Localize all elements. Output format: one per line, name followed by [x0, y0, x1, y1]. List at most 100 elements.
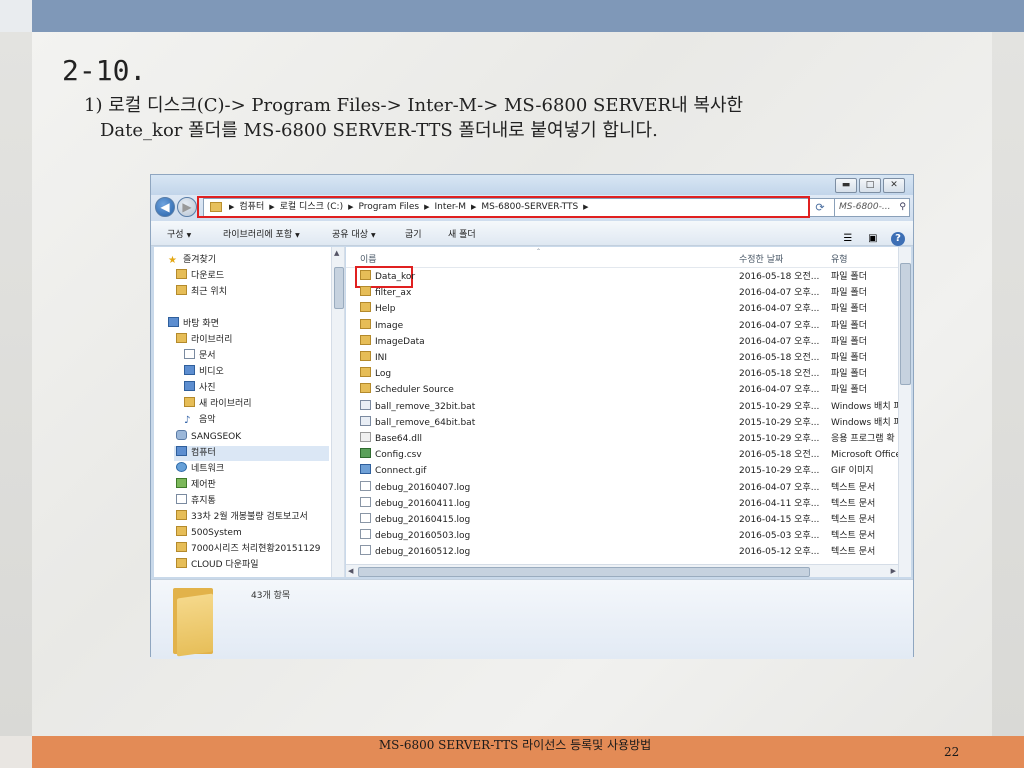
- scroll-thumb[interactable]: [900, 263, 911, 385]
- file-row[interactable]: debug_20160411.log 2016-04-11 오후... 텍스트 문서: [346, 496, 898, 512]
- file-row[interactable]: Log 2016-05-18 오전... 파일 폴더: [346, 366, 898, 382]
- file-date: 2016-04-07 오후...: [739, 385, 820, 396]
- file-name-text: ball_remove_64bit.bat: [375, 417, 476, 428]
- help-icon[interactable]: ?: [891, 232, 905, 246]
- nav-item[interactable]: 다운로드: [174, 269, 329, 284]
- new-folder-button[interactable]: 새 폴더: [448, 227, 476, 240]
- file-row[interactable]: Scheduler Source 2016-04-07 오후... 파일 폴더: [346, 382, 898, 398]
- search-icon[interactable]: ⚲: [899, 199, 906, 216]
- library-icon: [184, 397, 195, 407]
- nav-item[interactable]: 사진: [182, 381, 329, 396]
- scroll-up-icon[interactable]: ▲: [334, 249, 339, 257]
- scroll-thumb[interactable]: [334, 267, 344, 309]
- nav-item[interactable]: 네트워크: [174, 462, 329, 477]
- file-row[interactable]: debug_20160512.log 2016-05-12 오후... 텍스트 문서: [346, 544, 898, 560]
- nav-pane-scrollbar[interactable]: ▲: [331, 247, 345, 577]
- nav-item-label: 네트워크: [191, 464, 225, 474]
- column-date[interactable]: 수정한 날짜: [739, 252, 783, 265]
- file-row[interactable]: debug_20160407.log 2016-04-07 오후... 텍스트 문서: [346, 480, 898, 496]
- nav-item-label: SANGSEOK: [191, 432, 242, 442]
- column-type[interactable]: 유형: [831, 252, 848, 265]
- file-type: 파일 폴더: [831, 288, 867, 299]
- file-list-scrollbar[interactable]: [898, 247, 911, 577]
- view-options-icon[interactable]: ☰: [841, 232, 855, 246]
- file-name-text: Image: [375, 320, 404, 331]
- refresh-button[interactable]: ⟳: [811, 199, 829, 216]
- nav-item[interactable]: ♪ 음악: [182, 413, 329, 428]
- picture-icon: [184, 381, 195, 391]
- file-type: 파일 폴더: [831, 320, 867, 331]
- column-name[interactable]: 이름: [360, 252, 377, 265]
- maximize-button[interactable]: □: [859, 178, 881, 193]
- file-date: 2015-10-29 오후...: [739, 417, 820, 428]
- folder-icon: [176, 510, 187, 520]
- nav-item[interactable]: 바탕 화면: [166, 317, 329, 332]
- file-date: 2016-04-07 오후...: [739, 304, 820, 315]
- scroll-left-icon[interactable]: ◀: [348, 567, 353, 575]
- file-type: 파일 폴더: [831, 272, 867, 282]
- footer-title: MS-6800 SERVER-TTS 라이선스 등록및 사용방법: [378, 738, 652, 752]
- file-name-text: filter_ax: [375, 288, 412, 299]
- nav-item[interactable]: CLOUD 다운파일: [174, 558, 329, 573]
- file-name: debug_20160415.log: [360, 512, 470, 528]
- file-name-text: ball_remove_32bit.bat: [375, 401, 476, 412]
- organize-button[interactable]: 구성 ▼: [167, 227, 191, 240]
- nav-item[interactable]: 최근 위치: [174, 285, 329, 300]
- nav-item[interactable]: 33차 2월 개봉불량 검토보고서: [174, 510, 329, 525]
- nav-item-label: 문서: [199, 351, 216, 361]
- scroll-thumb[interactable]: [358, 567, 810, 577]
- nav-item-label: 7000시리즈 처리현황20151129: [191, 544, 321, 554]
- nav-item[interactable]: 제어판: [174, 478, 329, 493]
- back-button[interactable]: ◀: [155, 197, 175, 217]
- file-name-text: debug_20160411.log: [375, 498, 471, 509]
- folder-icon: [360, 367, 371, 378]
- include-in-library-button[interactable]: 라이브러리에 포함 ▼: [223, 227, 300, 240]
- minimize-button[interactable]: ▬: [835, 178, 857, 193]
- file-date: 2016-04-15 오후...: [739, 515, 820, 525]
- share-with-button[interactable]: 공유 대상 ▼: [332, 227, 376, 240]
- nav-item[interactable]: 새 라이브러리: [182, 397, 329, 412]
- nav-item-label: 비디오: [199, 367, 224, 377]
- forward-button[interactable]: ▶: [177, 197, 197, 217]
- nav-item[interactable]: 라이브러리: [174, 333, 329, 348]
- file-row[interactable]: Config.csv 2016-05-18 오전... Microsoft Offi…: [346, 447, 898, 463]
- nav-item[interactable]: 문서: [182, 349, 329, 364]
- file-row[interactable]: ImageData 2016-04-07 오후... 파일 폴더: [346, 334, 898, 350]
- preview-pane-icon[interactable]: ▣: [866, 232, 880, 246]
- batch-file-icon: [360, 415, 371, 426]
- file-row[interactable]: debug_20160415.log 2016-04-15 오후... 텍스트 문서: [346, 512, 898, 528]
- nav-item[interactable]: 비디오: [182, 365, 329, 380]
- text-file-icon: [360, 480, 371, 491]
- nav-item[interactable]: 컴퓨터: [174, 446, 329, 461]
- file-name: Log: [360, 366, 391, 382]
- search-input[interactable]: MS-6800-... ⚲: [834, 198, 910, 217]
- folder-icon: [360, 302, 371, 313]
- nav-item[interactable]: 휴지통: [174, 494, 329, 509]
- nav-item[interactable]: 7000시리즈 처리현황20151129: [174, 542, 329, 557]
- file-name-text: debug_20160512.log: [375, 547, 471, 558]
- file-row[interactable]: ball_remove_32bit.bat 2015-10-29 오후... Win…: [346, 399, 898, 415]
- file-date: 2015-10-29 오후...: [739, 466, 820, 477]
- file-row[interactable]: Data_kor 2016-05-18 오전... 파일 폴더: [346, 269, 898, 285]
- file-row[interactable]: INI 2016-05-18 오전... 파일 폴더: [346, 350, 898, 366]
- folder-icon: [360, 270, 371, 280]
- file-type: Windows 배치 파: [831, 401, 898, 412]
- file-row[interactable]: filter_ax 2016-04-07 오후... 파일 폴더: [346, 285, 898, 301]
- horizontal-scrollbar[interactable]: ◀ ▶: [346, 564, 898, 577]
- nav-item[interactable]: 500System: [174, 526, 329, 541]
- file-row[interactable]: ball_remove_64bit.bat 2015-10-29 오후... Win…: [346, 415, 898, 431]
- file-date: 2016-05-18 오전...: [739, 272, 820, 282]
- file-row[interactable]: Help 2016-04-07 오후... 파일 폴더: [346, 301, 898, 317]
- close-button[interactable]: ✕: [883, 178, 905, 193]
- file-row[interactable]: Image 2016-04-07 오후... 파일 폴더: [346, 318, 898, 334]
- file-row[interactable]: debug_20160503.log 2016-05-03 오후... 텍스트 문서: [346, 528, 898, 544]
- file-date: 2016-05-12 오후...: [739, 547, 820, 558]
- file-row[interactable]: Connect.gif 2015-10-29 오후... GIF 이미지: [346, 463, 898, 479]
- address-highlight-box: [197, 196, 810, 218]
- burn-button[interactable]: 굽기: [405, 227, 422, 240]
- dll-file-icon: [360, 432, 371, 442]
- nav-item[interactable]: SANGSEOK: [174, 430, 329, 445]
- file-row[interactable]: Base64.dll 2015-10-29 오후... 응용 프로그램 확: [346, 431, 898, 447]
- scroll-right-icon[interactable]: ▶: [891, 567, 896, 575]
- nav-item[interactable]: ★ 즐겨찾기: [166, 253, 329, 268]
